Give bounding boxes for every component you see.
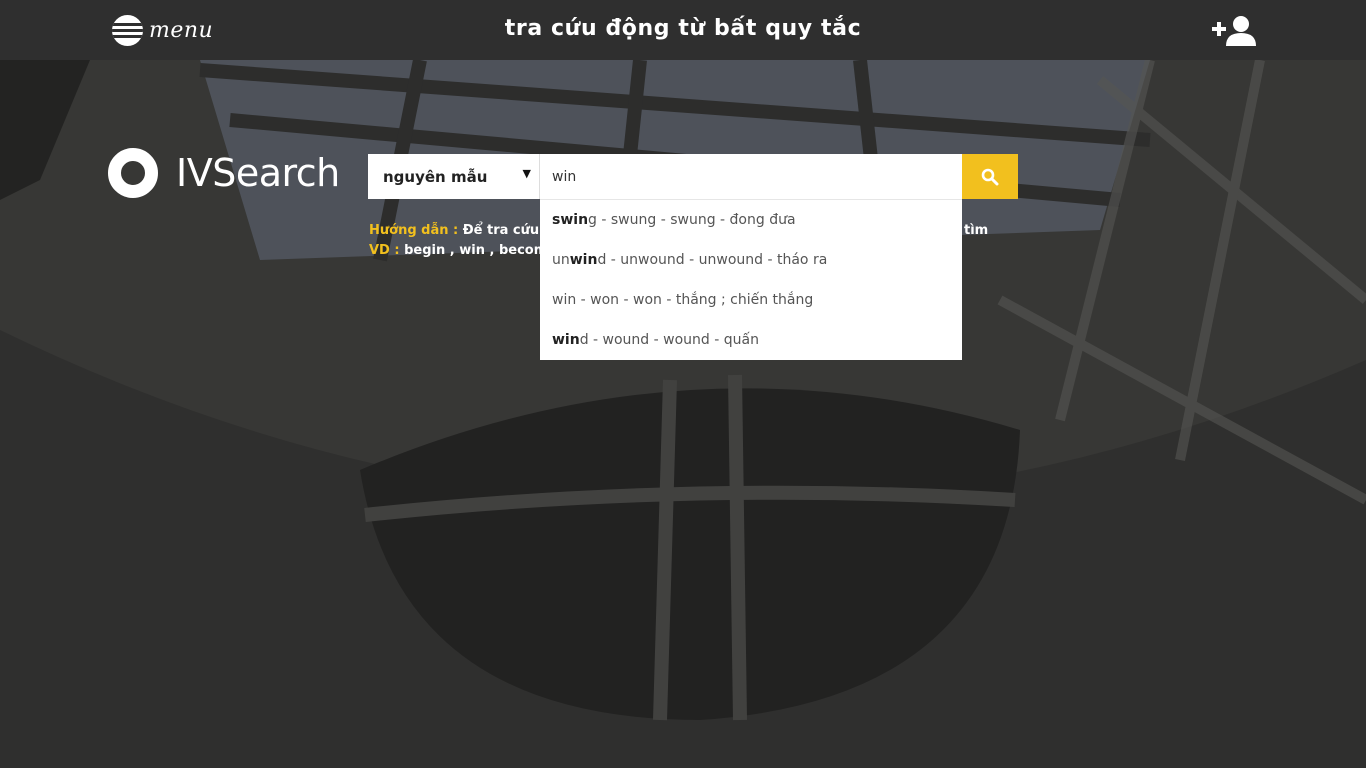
suggestion-item[interactable]: win - won - won - thắng ; chiến thắng <box>540 280 962 320</box>
suggestion-item[interactable]: wind - wound - wound - quấn <box>540 320 962 360</box>
background-image <box>0 0 1366 768</box>
search-icon <box>981 168 999 185</box>
page-title: tra cứu động từ bất quy tắc <box>504 16 862 41</box>
example-text: begin , win , become <box>404 243 557 258</box>
add-user-icon[interactable] <box>1210 14 1256 46</box>
example-hint: VD : begin , win , become <box>369 243 556 258</box>
search-mode-select[interactable]: nguyên mẫu ▼ <box>368 154 540 199</box>
logo-ring-icon <box>108 148 158 198</box>
top-navigation-bar: menu tra cứu động từ bất quy tắc <box>0 0 1366 60</box>
suggestion-item[interactable]: unwind - unwound - unwound - tháo ra <box>540 240 962 280</box>
suggestion-item[interactable]: swing - swung - swung - đong đưa <box>540 200 962 240</box>
search-mode-selected: nguyên mẫu <box>383 167 488 186</box>
guide-tail: tìm <box>964 223 989 238</box>
guide-key: Hướng dẫn : <box>369 223 459 238</box>
guide-hint: Hướng dẫn : Để tra cứu đ <box>369 223 553 238</box>
logo-text: IVSearch <box>176 151 340 195</box>
search-button[interactable] <box>962 154 1018 199</box>
search-input[interactable] <box>540 154 962 199</box>
caret-down-icon: ▼ <box>522 167 531 180</box>
site-logo[interactable]: IVSearch <box>108 148 340 198</box>
suggestion-dropdown: swing - swung - swung - đong đưa unwind … <box>540 199 962 360</box>
example-key: VD : <box>369 243 400 258</box>
